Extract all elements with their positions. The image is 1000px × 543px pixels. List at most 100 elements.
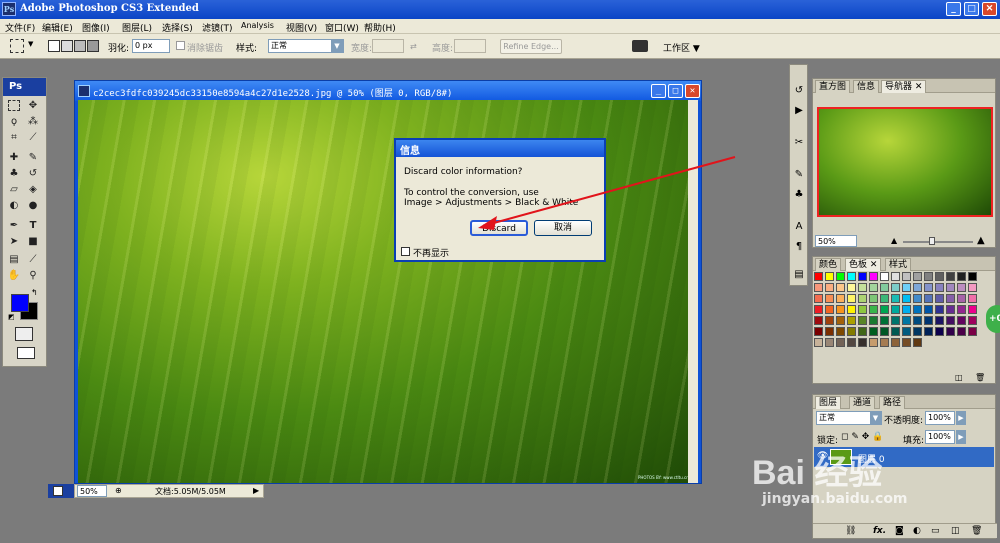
swatch[interactable] (869, 294, 878, 303)
paragraph-icon[interactable]: ¶ (793, 241, 805, 253)
fill-arrow-icon[interactable]: ▶ (956, 430, 966, 444)
swatch[interactable] (825, 272, 834, 281)
swatch[interactable] (891, 294, 900, 303)
swatch[interactable] (902, 338, 911, 347)
swatch[interactable] (869, 327, 878, 336)
layer-comps-icon[interactable]: ▤ (793, 269, 805, 281)
swatch[interactable] (924, 305, 933, 314)
swatch[interactable] (869, 305, 878, 314)
swatch[interactable] (847, 327, 856, 336)
swatch[interactable] (913, 316, 922, 325)
swatch[interactable] (902, 283, 911, 292)
opacity-arrow-icon[interactable]: ▶ (956, 411, 966, 425)
character-icon[interactable]: A (793, 221, 805, 233)
swatch[interactable] (880, 272, 889, 281)
tool-presets-icon[interactable]: ✂ (793, 137, 805, 149)
swatch[interactable] (814, 283, 823, 292)
swatch[interactable] (924, 294, 933, 303)
swatch[interactable] (847, 305, 856, 314)
swatch[interactable] (825, 305, 834, 314)
swatch[interactable] (825, 283, 834, 292)
swatch[interactable] (902, 327, 911, 336)
swatch[interactable] (957, 305, 966, 314)
swatch[interactable] (957, 272, 966, 281)
swatch[interactable] (891, 272, 900, 281)
swatch[interactable] (957, 294, 966, 303)
cancel-button[interactable]: 取消 (534, 220, 592, 236)
zoom-in-icon[interactable]: ▲ (977, 235, 985, 246)
mask-icon[interactable]: ◙ (895, 526, 904, 536)
menu-edit[interactable]: 编辑(E) (42, 21, 73, 34)
paint-bucket-icon[interactable]: ◈ (26, 183, 40, 196)
swatch[interactable] (858, 305, 867, 314)
subtract-selection-icon[interactable] (74, 40, 86, 52)
doc-maximize-button[interactable]: □ (668, 84, 683, 98)
menu-view[interactable]: 视图(V) (286, 21, 317, 34)
adjustment-icon[interactable]: ◐ (913, 526, 921, 536)
swatch[interactable] (924, 272, 933, 281)
swatch[interactable] (836, 294, 845, 303)
swatch[interactable] (858, 316, 867, 325)
swatch[interactable] (924, 327, 933, 336)
swatch[interactable] (869, 272, 878, 281)
zoom-slider-thumb[interactable] (929, 237, 935, 245)
new-swatch-icon[interactable]: ◫ (955, 373, 963, 382)
swatch[interactable] (858, 327, 867, 336)
swatch[interactable] (814, 316, 823, 325)
swatch[interactable] (924, 283, 933, 292)
style-select[interactable]: 正常 ▼ (268, 39, 344, 53)
swatch[interactable] (858, 338, 867, 347)
refine-edge-button[interactable]: Refine Edge... (500, 39, 562, 54)
tab-styles[interactable]: 样式 (885, 258, 912, 271)
tab-histogram[interactable]: 直方图 (815, 80, 851, 93)
menu-window[interactable]: 窗口(W) (325, 21, 359, 34)
swatch[interactable] (946, 294, 955, 303)
swatch[interactable] (935, 316, 944, 325)
add-selection-icon[interactable] (61, 40, 73, 52)
swatch[interactable] (869, 283, 878, 292)
blend-mode-select[interactable]: 正常 ▼ (816, 411, 882, 425)
swatch[interactable] (880, 316, 889, 325)
swatch[interactable] (935, 283, 944, 292)
path-selection-icon[interactable]: ➤ (7, 235, 21, 248)
folder-icon[interactable]: ▭ (931, 526, 940, 536)
tab-swatches[interactable]: 色板 ✕ (845, 258, 882, 271)
menu-select[interactable]: 选择(S) (162, 21, 193, 34)
swatch[interactable] (913, 283, 922, 292)
swatch[interactable] (814, 272, 823, 281)
notes-tool-icon[interactable]: ▤ (7, 253, 21, 266)
swatch[interactable] (847, 294, 856, 303)
actions-icon[interactable]: ▶ (793, 105, 805, 117)
tab-color[interactable]: 颜色 (815, 258, 842, 271)
swap-icon[interactable]: ⇄ (410, 42, 422, 51)
swatch[interactable] (913, 272, 922, 281)
opacity-input[interactable]: 100% (925, 411, 955, 425)
link-icon[interactable]: ⛓ (845, 526, 856, 536)
vertical-scrollbar[interactable] (688, 100, 698, 483)
chevron-down-icon[interactable]: ▼ (870, 412, 881, 424)
swatch[interactable] (957, 316, 966, 325)
tab-channels[interactable]: 通道 (849, 396, 876, 409)
swatch[interactable] (902, 294, 911, 303)
swatch[interactable] (957, 327, 966, 336)
magic-wand-icon[interactable]: ⁂ (26, 115, 40, 128)
swatch[interactable] (935, 305, 944, 314)
width-input[interactable] (372, 39, 404, 53)
clone-source-icon[interactable]: ♣ (793, 189, 805, 201)
menu-analysis[interactable]: Analysis (241, 21, 274, 30)
tab-info[interactable]: 信息 (853, 80, 880, 93)
swatch[interactable] (836, 305, 845, 314)
swatch[interactable] (935, 327, 944, 336)
dont-show-checkbox[interactable] (401, 247, 410, 256)
swatch[interactable] (891, 305, 900, 314)
swatch[interactable] (880, 294, 889, 303)
swatch[interactable] (968, 283, 977, 292)
swatch[interactable] (902, 272, 911, 281)
swatch[interactable] (946, 305, 955, 314)
move-tool-icon[interactable]: ✥ (26, 99, 40, 112)
swatch[interactable] (825, 294, 834, 303)
swatch[interactable] (924, 316, 933, 325)
rect-marquee-tool-icon[interactable] (8, 100, 20, 111)
new-selection-icon[interactable] (48, 40, 60, 52)
menu-file[interactable]: 文件(F) (5, 21, 35, 34)
